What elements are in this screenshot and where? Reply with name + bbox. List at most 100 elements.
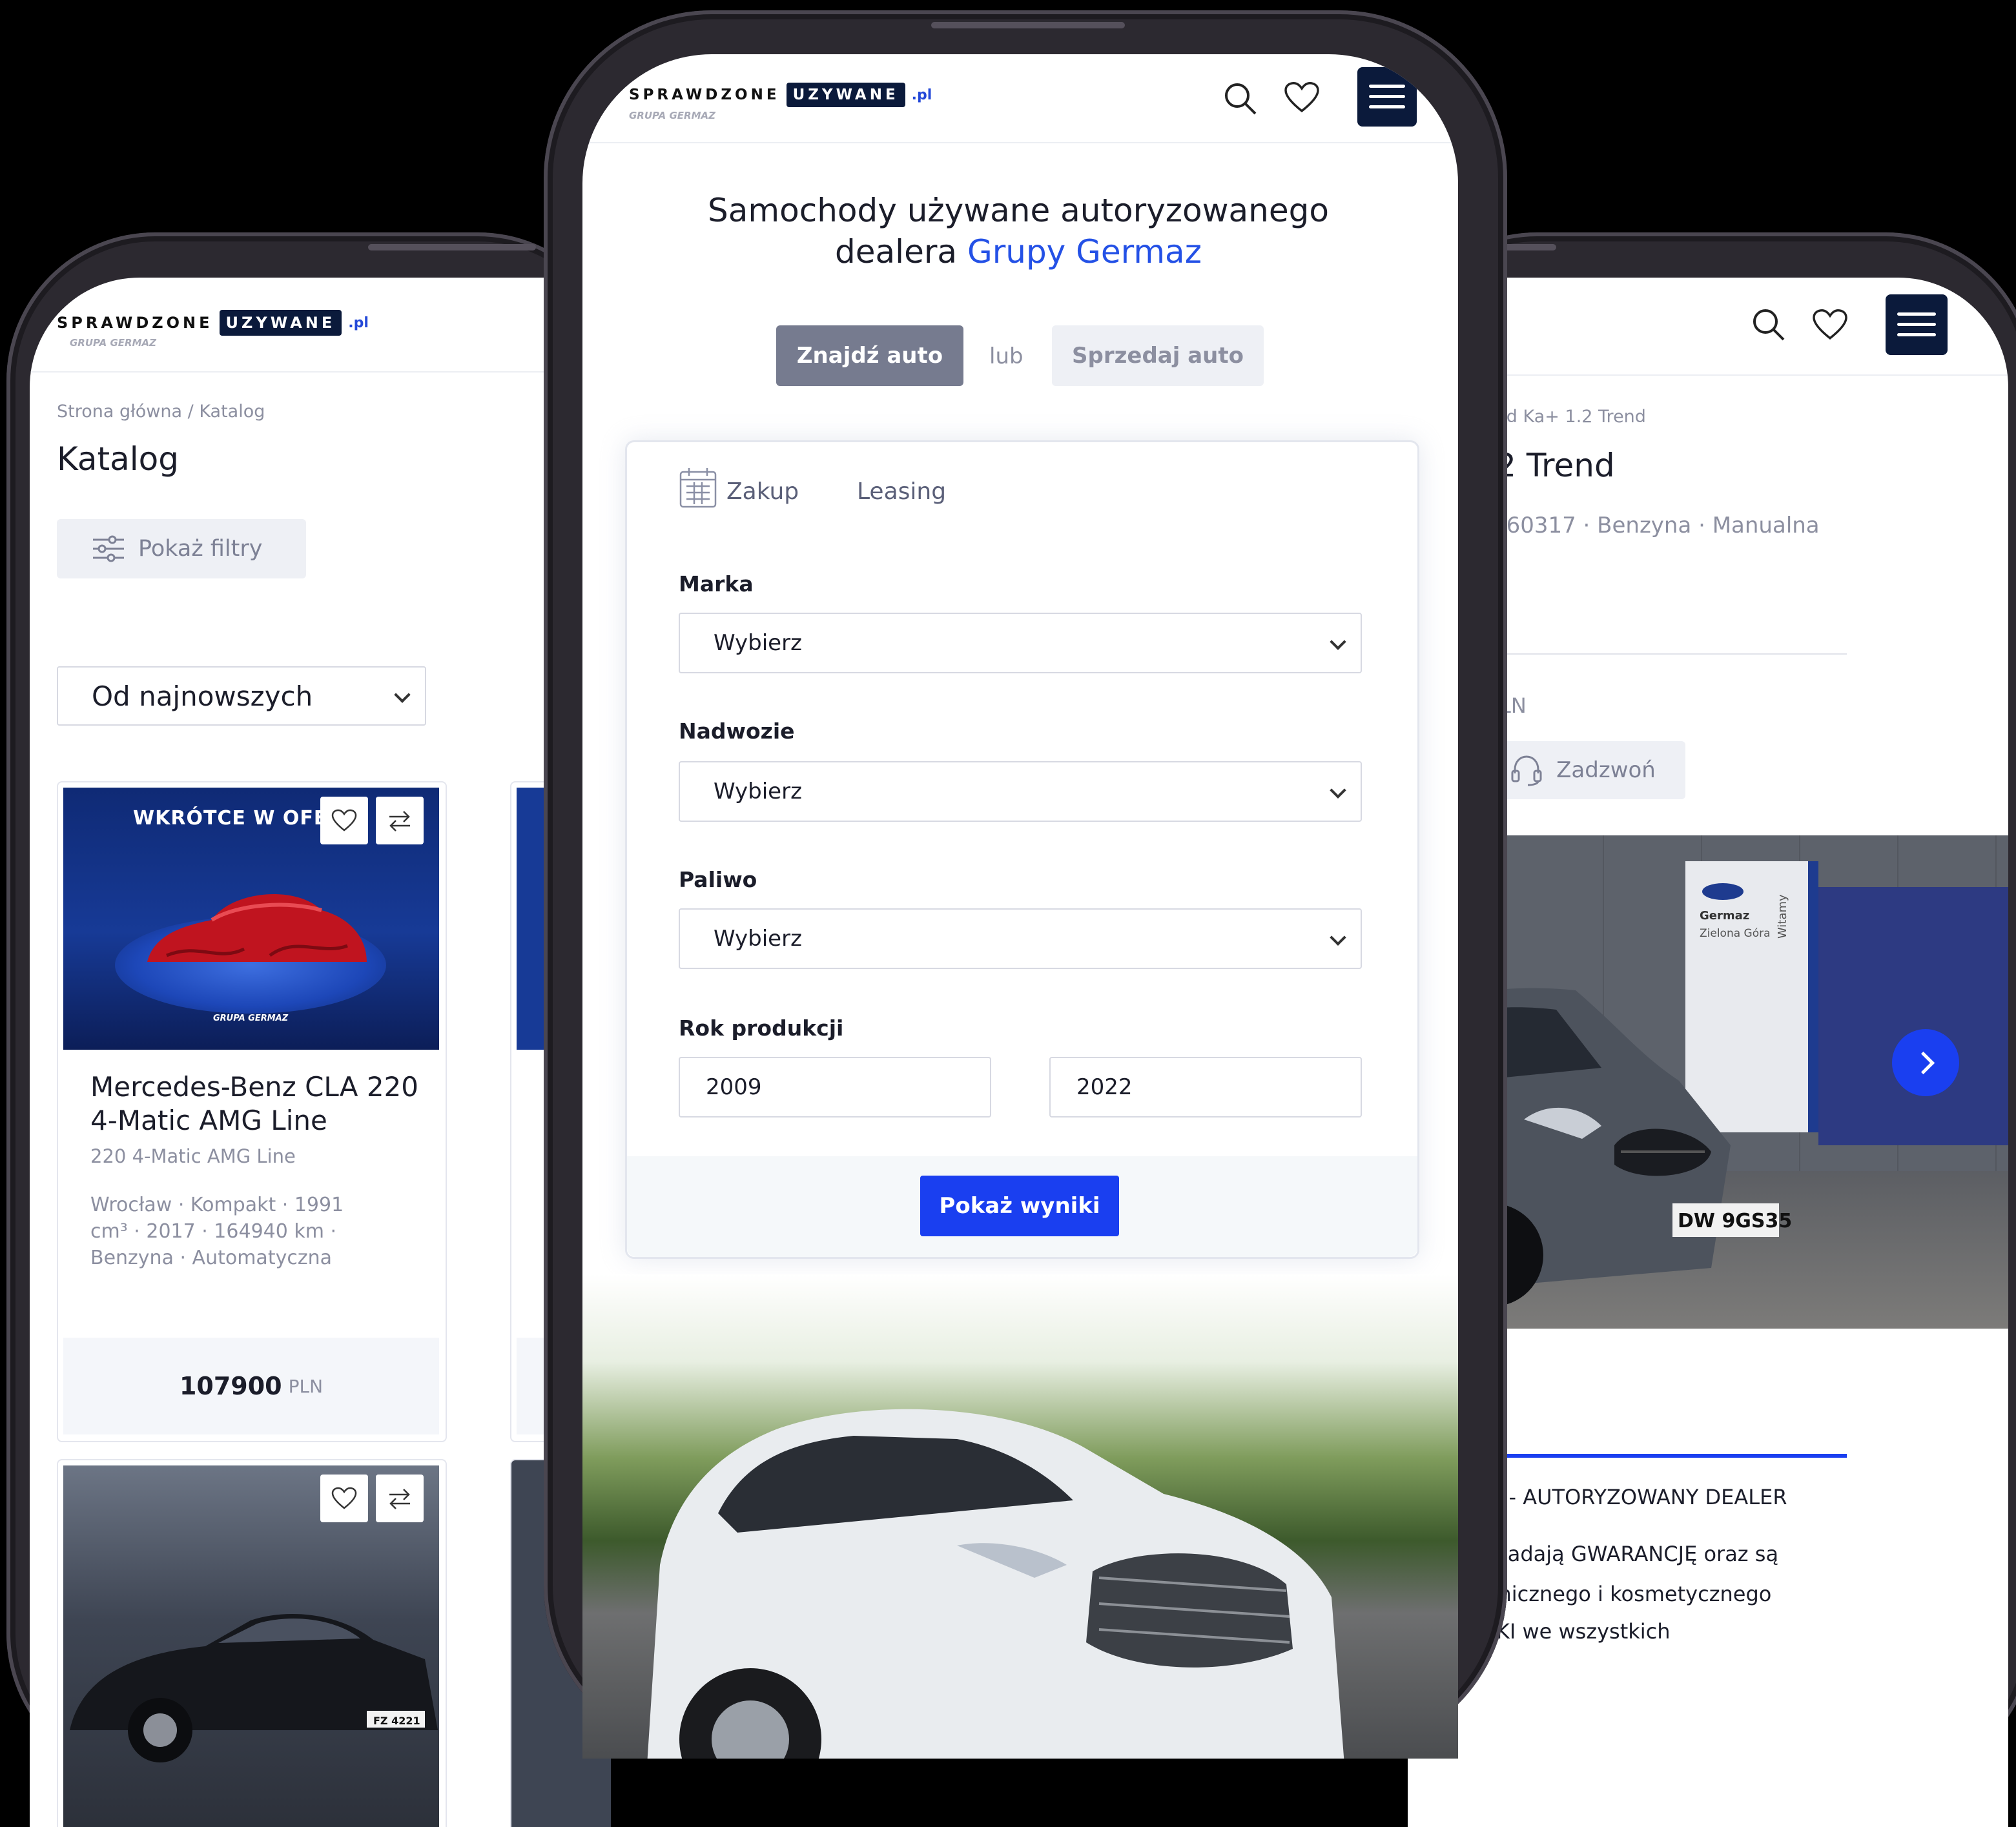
favorite-button[interactable] [320,797,368,844]
banner-brand: GRUPA GERMAZ [213,1014,289,1023]
sliders-icon [93,535,124,562]
license-plate: DW 9GS35 [1678,1210,1793,1232]
menu-button[interactable] [1357,67,1417,127]
fuel-select[interactable]: Wybierz [679,908,1362,969]
hamburger-icon-line [1369,105,1405,108]
find-car-button[interactable]: Znajdź auto [776,325,963,386]
call-button[interactable]: Zadzwoń [1480,741,1685,799]
search-icon[interactable] [1222,80,1258,116]
year-from-input[interactable]: 2009 [679,1057,991,1118]
left-screen: SPRAWDZONE UZYWANE .pl GRUPA GERMAZ Stro… [30,278,611,1827]
fuel-label: Paliwo [679,867,757,892]
chevron-down-icon [394,686,411,703]
white-suv-illustration [647,1409,1344,1759]
car-price: 107900 [179,1372,282,1400]
car-card[interactable]: WKRÓTCE W OFE GRUPA GERMAZ Mercedes-Benz… [57,781,447,1442]
show-results-label: Pokaż wyniki [939,1193,1100,1219]
logo-subtitle: GRUPA GERMAZ [629,110,716,121]
calendar-icon [679,468,717,508]
heart-icon[interactable] [1284,81,1320,114]
banner-text: WKRÓTCE W OFE [133,807,328,830]
logo-word-sprawdzone: SPRAWDZONE [57,314,213,332]
search-form: Zakup Leasing Marka Wybierz Nadwozie Wyb… [625,440,1419,1259]
menu-button[interactable] [1886,294,1948,355]
center-screen: SPRAWDZONE UZYWANE .pl GRUPA GERMAZ Samo… [582,54,1458,1759]
header-divider [30,371,611,373]
call-button-label: Zadzwoń [1556,757,1656,783]
hero-headline: Samochody używane autoryzowanego dealera… [679,190,1357,272]
brand-select[interactable]: Wybierz [679,613,1362,673]
show-results-button[interactable]: Pokaż wyniki [920,1176,1119,1236]
logo-word-uzywane: UZYWANE [219,310,342,336]
heart-icon [331,809,357,832]
compare-arrows-icon [389,811,410,832]
hamburger-icon-line [1369,85,1405,88]
hamburger-icon-line [1369,95,1405,98]
breadcrumb[interactable]: Strona główna / Katalog [57,402,265,422]
site-logo[interactable]: SPRAWDZONE UZYWANE .pl [57,310,369,336]
body-label: Nadwozie [679,719,795,744]
show-filters-label: Pokaż filtry [138,536,263,562]
sell-car-button[interactable]: Sprzedaj auto [1052,325,1264,386]
favorite-button[interactable] [320,1475,368,1522]
car-details: Wrocław · Kompakt · 1991 cm³ · 2017 · 16… [90,1194,344,1269]
tab-purchase[interactable]: Zakup [726,478,799,505]
logo-tld: .pl [348,314,369,331]
form-footer: Pokaż wyniki [627,1156,1417,1257]
body-type-select-value: Wybierz [714,779,802,804]
hero-car-photo [582,1274,1458,1759]
ford-logo-icon [1702,883,1743,900]
car-variant: 220 4-Matic AMG Line [90,1145,296,1167]
chevron-down-icon [1330,929,1346,946]
search-icon[interactable] [1750,306,1786,342]
show-filters-button[interactable]: Pokaż filtry [57,519,306,578]
dealer-sign-name: Germaz [1700,909,1750,923]
page-title: Katalog [57,440,180,478]
fuel-select-value: Wybierz [714,926,802,952]
phone-top-edge [368,244,536,250]
chevron-down-icon [1330,633,1346,650]
black-sedan-photo [70,1614,438,1762]
year-to-input[interactable]: 2022 [1049,1057,1362,1118]
compare-button[interactable] [376,1475,424,1522]
hero-headline-brand[interactable]: Grupy Germaz [967,233,1202,270]
heart-icon[interactable] [1812,309,1848,341]
car-card[interactable]: FZ 4221 [57,1459,447,1827]
hamburger-icon-line [1897,312,1936,316]
sort-select[interactable]: Od najnowszych [57,666,426,726]
sell-car-label: Sprzedaj auto [1072,343,1244,369]
body-type-select[interactable]: Wybierz [679,761,1362,822]
chevron-right-icon [1911,1051,1935,1074]
gallery-next-button[interactable] [1892,1029,1959,1096]
heart-icon [331,1487,357,1509]
phone-frame-left: SPRAWDZONE UZYWANE .pl GRUPA GERMAZ Stro… [6,232,626,1827]
site-logo[interactable]: SPRAWDZONE UZYWANE .pl [629,83,932,107]
car-price-box: 107900 PLN [63,1338,439,1434]
hamburger-icon-line [1897,323,1936,326]
phone-top-edge [931,22,1125,28]
license-plate: FZ 4221 [373,1715,420,1727]
logo-word-uzywane: UZYWANE [786,83,905,107]
logo-word-sprawdzone: SPRAWDZONE [629,87,780,103]
year-label: Rok produkcji [679,1016,844,1041]
phone-frame-center: SPRAWDZONE UZYWANE .pl GRUPA GERMAZ Samo… [544,10,1507,1759]
car-price-currency: PLN [288,1375,324,1397]
sort-select-value: Od najnowszych [92,680,313,712]
or-label: lub [989,343,1023,369]
logo-subtitle: GRUPA GERMAZ [70,337,157,349]
tab-leasing[interactable]: Leasing [857,478,946,505]
year-from-value: 2009 [706,1074,762,1100]
covered-car-illustration [147,893,367,962]
brand-label: Marka [679,571,754,597]
chevron-down-icon [1330,782,1346,799]
car-name[interactable]: Mercedes-Benz CLA 220 4-Matic AMG Line [90,1070,426,1138]
compare-button[interactable] [376,797,424,844]
year-to-value: 2022 [1076,1074,1133,1100]
logo-tld: .pl [911,87,932,103]
brand-select-value: Wybierz [714,630,802,656]
hamburger-icon-line [1897,333,1936,336]
find-car-label: Znajdź auto [796,343,943,369]
headset-icon [1511,755,1542,786]
header-divider [582,142,1458,143]
compare-arrows-icon [389,1489,410,1509]
